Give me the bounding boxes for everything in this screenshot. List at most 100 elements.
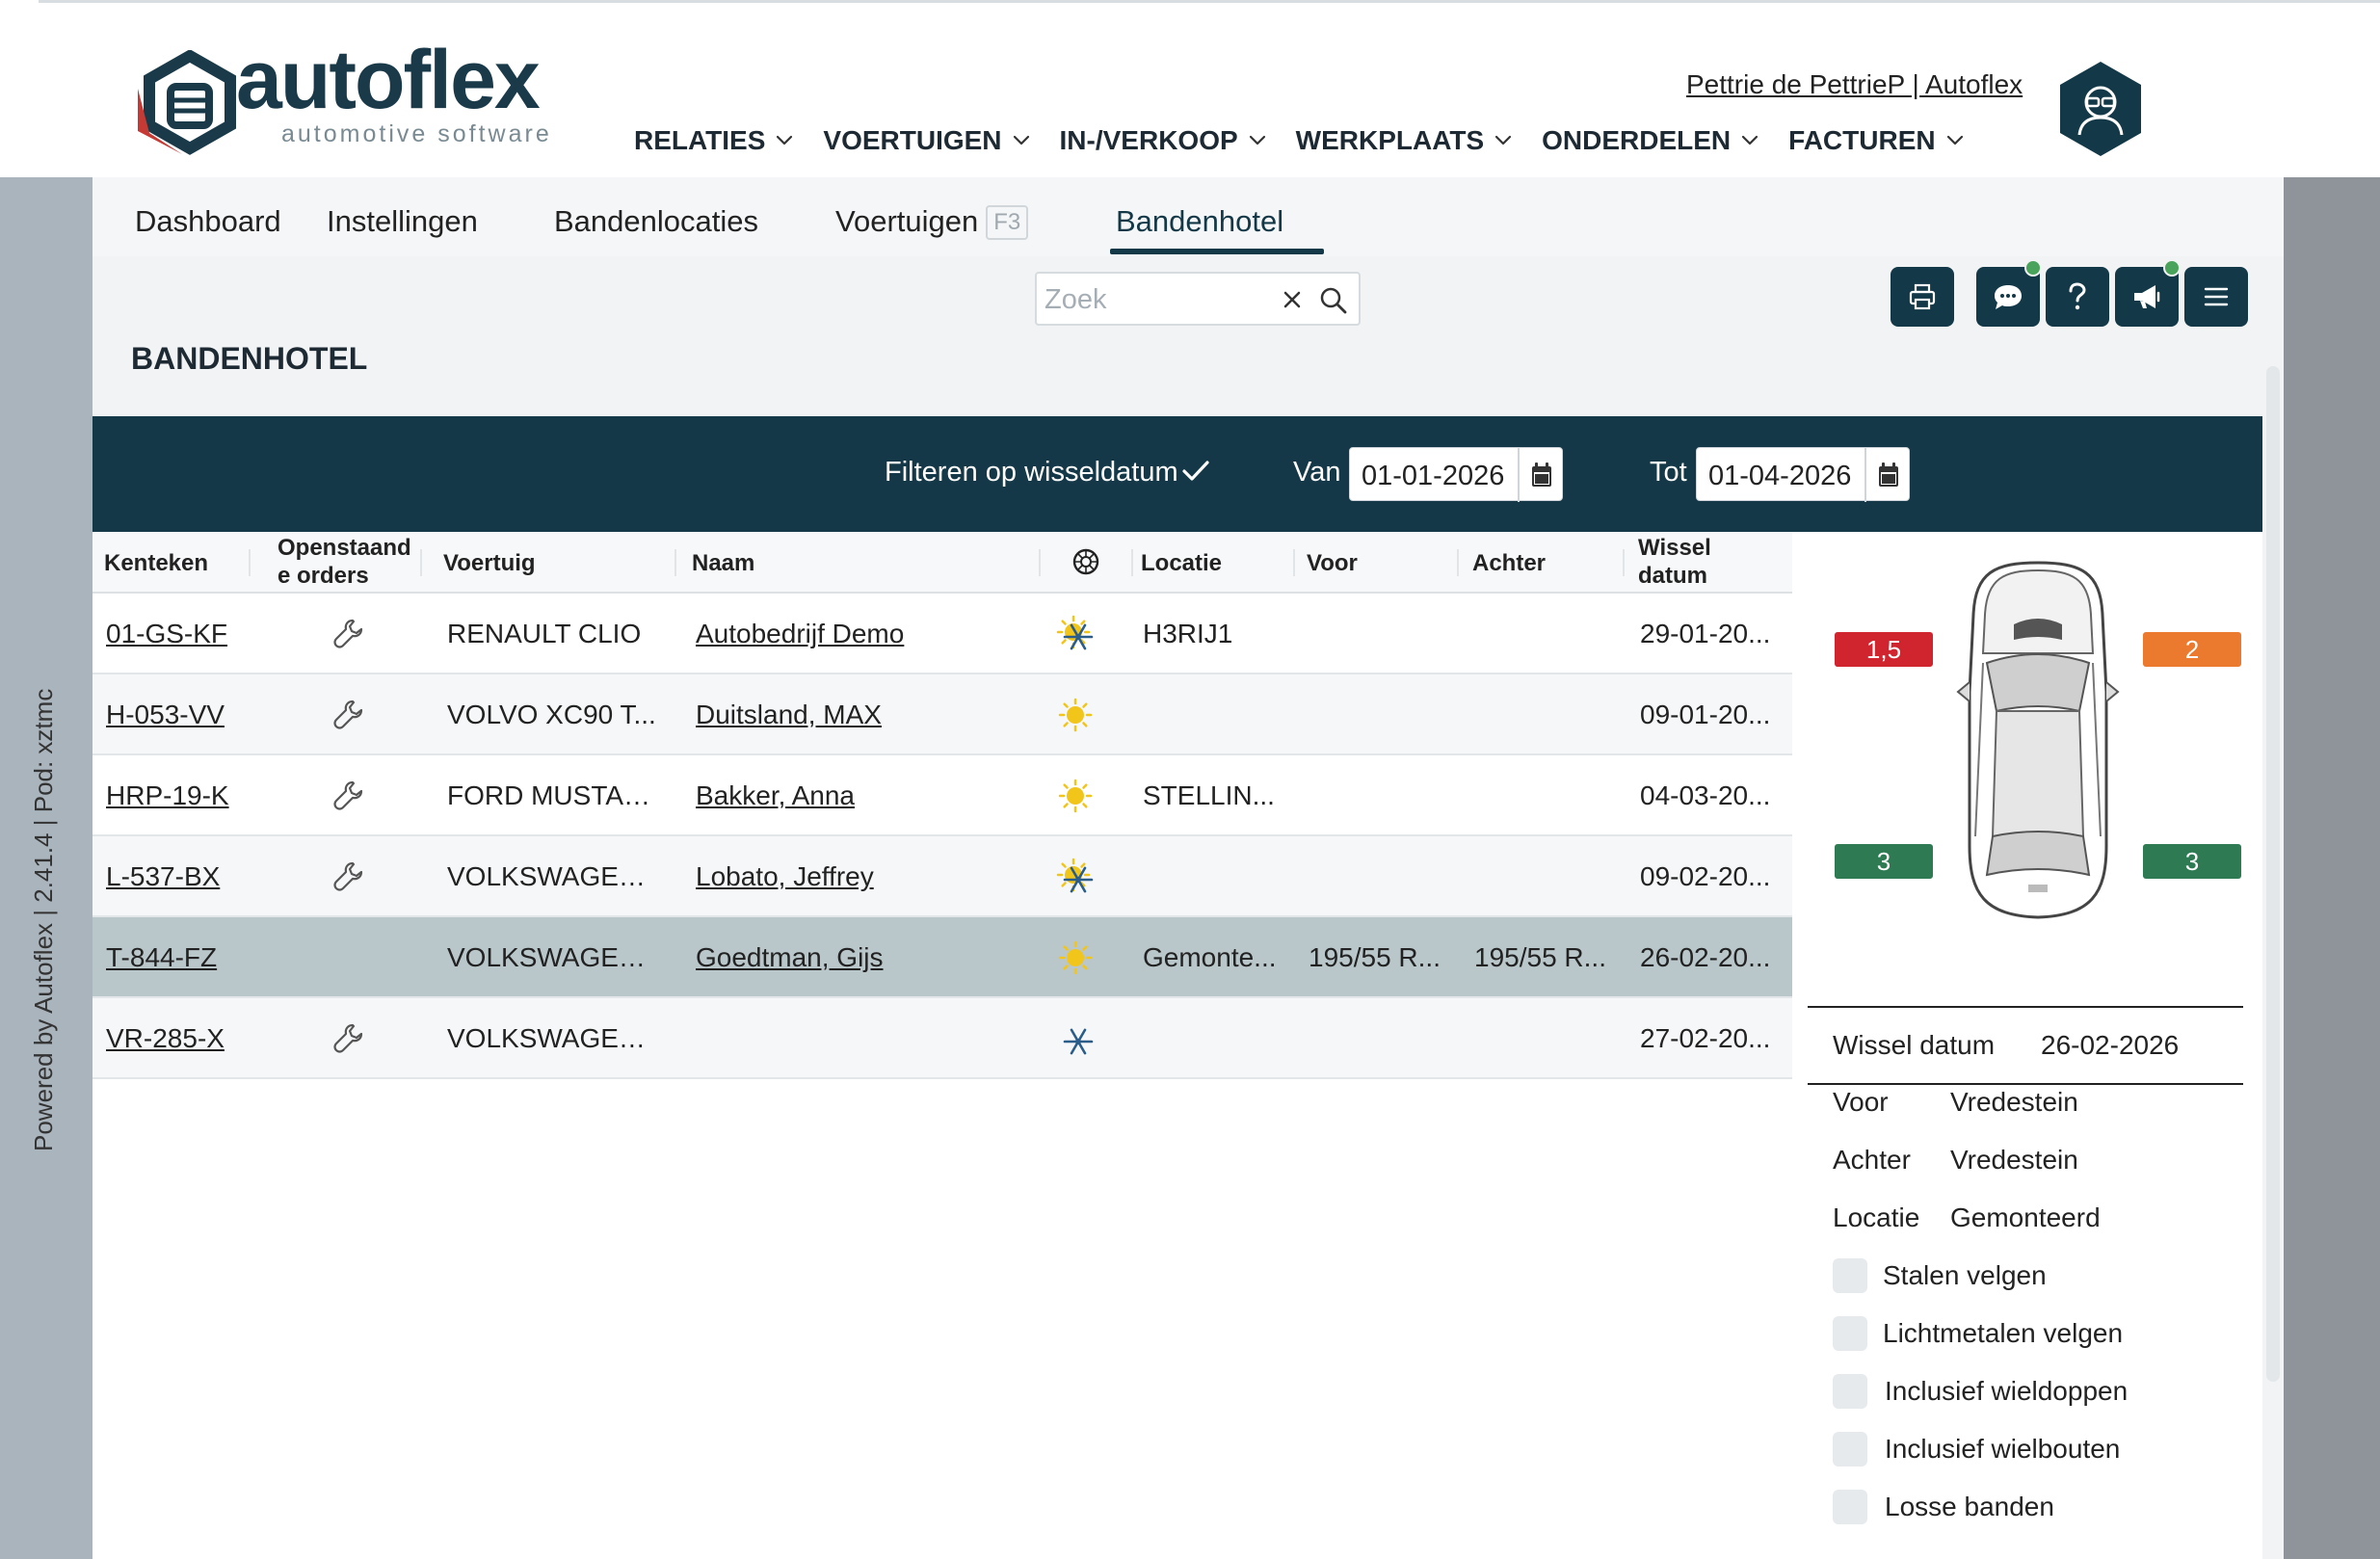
wrench-icon[interactable]: [331, 698, 366, 732]
van-date-field[interactable]: 01-01-2026: [1349, 447, 1564, 502]
announcement-notification-dot: [2163, 259, 2181, 277]
shortcut-key-badge: F3: [986, 205, 1029, 240]
logo-wordmark: autoflex: [236, 34, 541, 126]
header-voor[interactable]: Voor: [1307, 549, 1358, 577]
option-checkbox[interactable]: [1833, 1432, 1867, 1467]
header-wissel-line2: datum: [1638, 563, 1707, 589]
tot-calendar-button[interactable]: [1864, 448, 1911, 502]
header-openstaande-orders[interactable]: Openstaand e orders: [278, 534, 411, 590]
tab-voertuigen[interactable]: Voertuigen F3: [835, 204, 1029, 240]
locatie-cell: STELLIN...: [1143, 780, 1275, 810]
tab-bandenhotel[interactable]: Bandenhotel: [1116, 204, 1283, 239]
van-calendar-button[interactable]: [1518, 448, 1564, 502]
column-separator[interactable]: [1293, 549, 1295, 576]
user-avatar-icon[interactable]: [2056, 60, 2145, 158]
nav-voertuigen[interactable]: VOERTUIGEN: [823, 125, 1030, 156]
option-checkbox[interactable]: [1833, 1316, 1867, 1351]
chat-notification-dot: [2024, 259, 2042, 277]
wrench-icon[interactable]: [331, 779, 366, 813]
header-locatie[interactable]: Locatie: [1141, 549, 1222, 577]
wrench-icon[interactable]: [331, 617, 366, 651]
naam-link[interactable]: Autobedrijf Demo: [696, 619, 1023, 649]
column-separator[interactable]: [1457, 549, 1459, 576]
search-input[interactable]: [1045, 283, 1276, 316]
column-separator[interactable]: [249, 549, 251, 576]
scrollbar-thumb[interactable]: [2266, 366, 2280, 1382]
column-separator[interactable]: [420, 549, 422, 576]
logo-mark-icon: [138, 50, 236, 155]
chat-icon: [1995, 285, 2022, 309]
bandenhotel-table: Kenteken Openstaand e orders Voertuig Na…: [93, 532, 1792, 1559]
column-separator[interactable]: [674, 549, 676, 576]
table-row[interactable]: HRP-19-K FORD MUSTAN... Bakker, Anna STELLI…: [93, 755, 1792, 836]
menu-button[interactable]: [2184, 267, 2248, 327]
chat-button[interactable]: [1976, 259, 2042, 327]
voertuig-cell: RENAULT CLIO: [447, 619, 642, 648]
table-row[interactable]: T-844-FZ VOLKSWAGEN ... Goedtman, Gijs Gemo…: [93, 917, 1792, 998]
naam-link[interactable]: Bakker, Anna: [696, 780, 1023, 811]
filter-wisseldatum-label[interactable]: Filteren op wisseldatum: [885, 457, 1178, 489]
table-row[interactable]: L-537-BX VOLKSWAGEN ... Lobato, Jeffrey 09-…: [93, 836, 1792, 917]
kenteken-link[interactable]: H-053-VV: [106, 700, 251, 730]
season-cell: [1054, 1017, 1102, 1060]
announcements-button[interactable]: [2115, 259, 2181, 327]
header-wissel-datum[interactable]: Wissel datum: [1638, 534, 1711, 590]
option-checkbox-label[interactable]: Lichtmetalen velgen: [1883, 1318, 2123, 1349]
checkmark-icon[interactable]: [1181, 459, 1210, 484]
header-achter[interactable]: Achter: [1472, 549, 1546, 577]
column-separator[interactable]: [1623, 549, 1625, 576]
tab-dashboard[interactable]: Dashboard: [135, 204, 281, 239]
nav-onderdelen[interactable]: ONDERDELEN: [1542, 125, 1759, 156]
option-checkbox[interactable]: [1833, 1258, 1867, 1293]
naam-link[interactable]: Goedtman, Gijs: [696, 942, 1023, 973]
wrench-icon[interactable]: [331, 859, 366, 894]
option-checkbox-label[interactable]: Inclusief wielbouten: [1885, 1434, 2120, 1465]
chevron-down-icon: [1742, 135, 1759, 145]
table-row[interactable]: VR-285-X VOLKSWAGEN ... 27-02-20...: [93, 998, 1792, 1079]
wrench-icon[interactable]: [331, 1021, 366, 1056]
kenteken-link[interactable]: VR-285-X: [106, 1023, 251, 1054]
all-season-tire-icon: [1056, 858, 1094, 893]
option-checkbox[interactable]: [1833, 1374, 1867, 1409]
kenteken-link[interactable]: HRP-19-K: [106, 780, 251, 811]
print-button[interactable]: [1891, 267, 1954, 327]
column-separator[interactable]: [1039, 549, 1041, 576]
all-season-tire-icon: [1056, 615, 1094, 650]
header-naam[interactable]: Naam: [692, 549, 754, 577]
kenteken-link[interactable]: T-844-FZ: [106, 942, 251, 973]
tab-bandenlocaties[interactable]: Bandenlocaties: [554, 204, 758, 239]
header-voertuig[interactable]: Voertuig: [443, 549, 536, 577]
tire-icon[interactable]: [1071, 547, 1100, 576]
voertuig-cell: VOLKSWAGEN ...: [447, 861, 661, 891]
option-checkbox-label[interactable]: Inclusief wieldoppen: [1885, 1376, 2128, 1407]
tab-instellingen[interactable]: Instellingen: [327, 204, 478, 239]
kenteken-link[interactable]: L-537-BX: [106, 861, 251, 892]
table-row[interactable]: 01-GS-KF RENAULT CLIO Autobedrijf Demo H3RI…: [93, 594, 1792, 674]
nav-label: VOERTUIGEN: [823, 125, 1002, 155]
tot-date-value: 01-04-2026: [1708, 461, 1852, 491]
nav-werkplaats[interactable]: WERKPLAATS: [1296, 125, 1513, 156]
search-icon[interactable]: [1318, 285, 1349, 316]
naam-link[interactable]: Lobato, Jeffrey: [696, 861, 1023, 892]
tot-date-field[interactable]: 01-04-2026: [1696, 447, 1911, 502]
option-checkbox[interactable]: [1833, 1490, 1867, 1524]
nav-in-verkoop[interactable]: IN-/VERKOOP: [1060, 125, 1267, 156]
sub-navigation: Dashboard Instellingen Bandenlocaties Vo…: [93, 177, 2284, 256]
help-button[interactable]: [2046, 267, 2109, 327]
column-separator[interactable]: [1131, 549, 1133, 576]
season-cell: [1054, 937, 1102, 979]
option-checkbox-label[interactable]: Losse banden: [1885, 1492, 2054, 1522]
chevron-down-icon: [777, 135, 793, 145]
nav-relaties[interactable]: RELATIES: [634, 125, 794, 156]
header-wissel-line1: Wissel: [1638, 535, 1711, 561]
megaphone-icon: [2134, 285, 2160, 308]
kenteken-link[interactable]: 01-GS-KF: [106, 619, 251, 649]
header-kenteken[interactable]: Kenteken: [104, 549, 208, 577]
option-checkbox-label[interactable]: Stalen velgen: [1883, 1260, 2047, 1291]
table-row[interactable]: H-053-VV VOLVO XC90 T... Duitsland, MAX 09-…: [93, 674, 1792, 755]
naam-link[interactable]: Duitsland, MAX: [696, 700, 1023, 730]
nav-facturen[interactable]: FACTUREN: [1788, 125, 1964, 156]
clear-search-icon[interactable]: [1278, 285, 1307, 314]
header-openstaande-orders-line1: Openstaand: [278, 535, 411, 561]
user-account-link[interactable]: Pettrie de PettrieP | Autoflex: [1686, 69, 2023, 100]
